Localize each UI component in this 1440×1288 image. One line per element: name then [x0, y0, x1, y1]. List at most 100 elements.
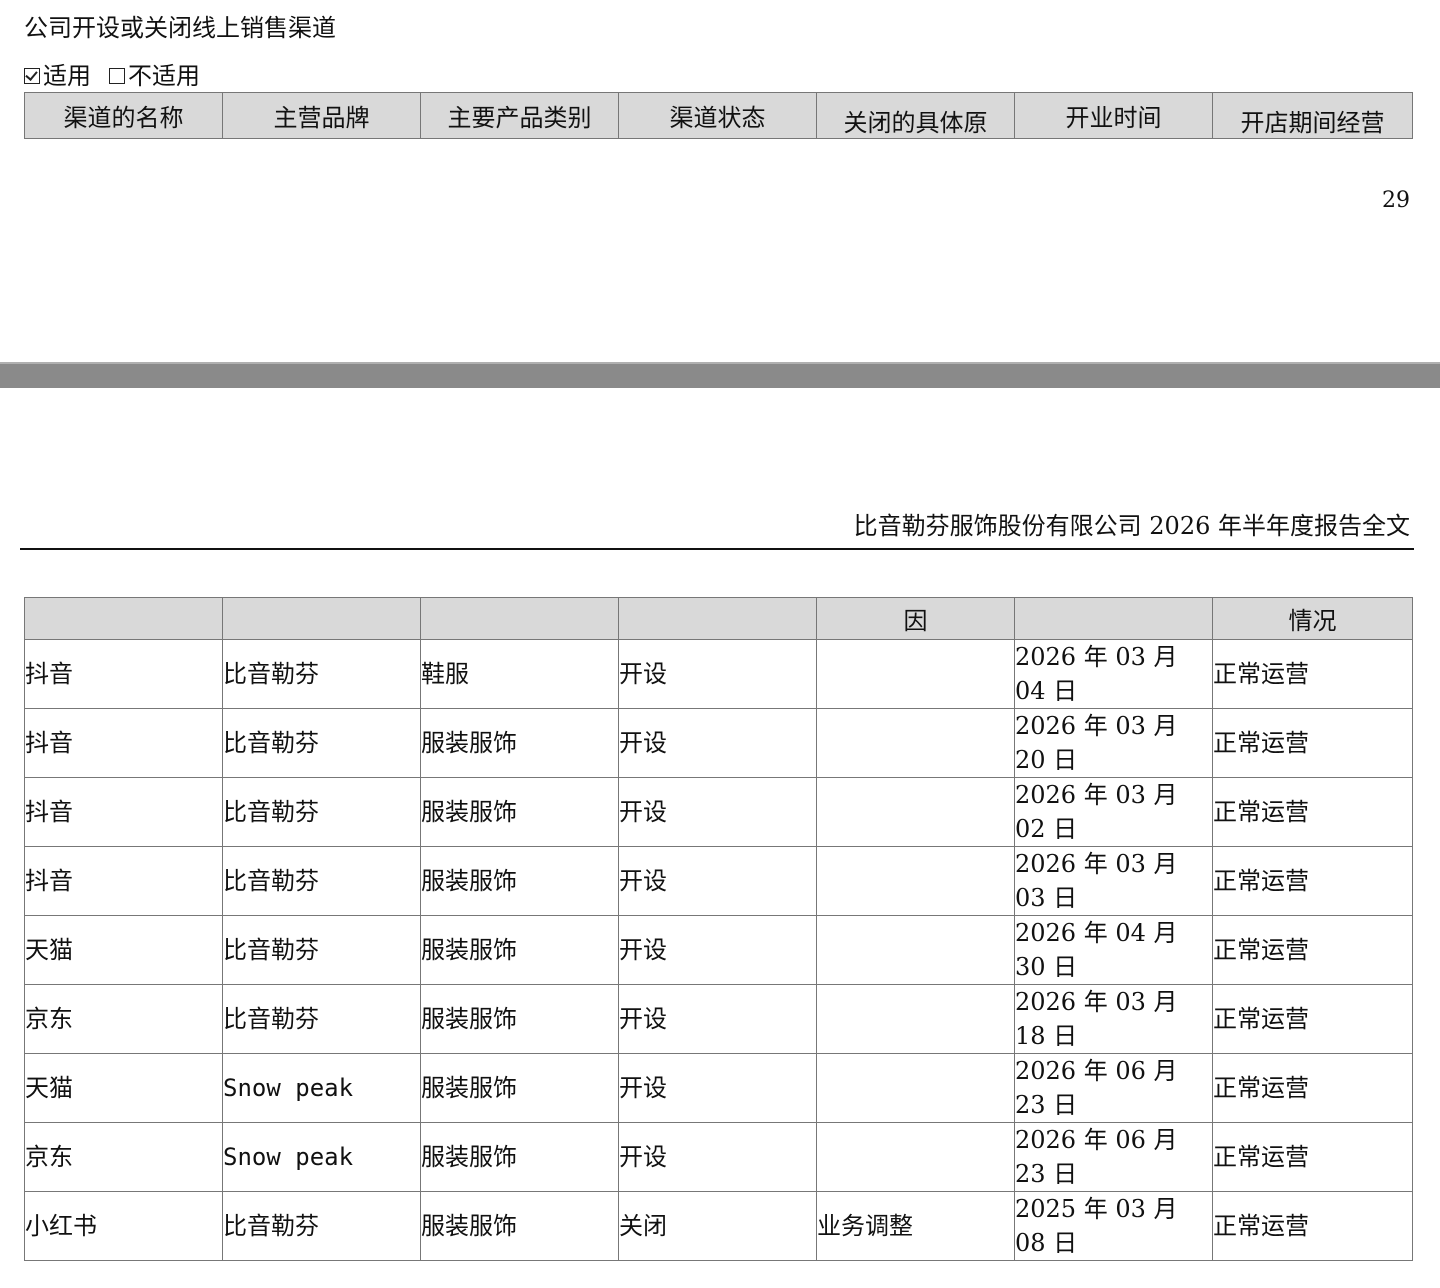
cell-channel-status: 开设 [618, 1053, 817, 1123]
cell-closure-reason [816, 846, 1015, 916]
cell-channel-name: 京东 [24, 1122, 223, 1192]
cell-channel-status: 开设 [618, 915, 817, 985]
cell-main-brand: 比音勒芬 [222, 708, 421, 778]
cell-channel-name: 抖音 [24, 846, 223, 916]
cell-product-category: 服装服饰 [420, 846, 619, 916]
cell-channel-status: 开设 [618, 1122, 817, 1192]
unchecked-box-icon [109, 68, 125, 84]
opening-time-line-2: 18 日 [1015, 1022, 1078, 1050]
cell-operation-status: 正常运营 [1212, 846, 1413, 916]
cell-opening-time: 2026 年 06 月 23 日 [1014, 1053, 1213, 1123]
page-30: 比音勒芬服饰股份有限公司 2026 年半年度报告全文 因 情况 抖音 比音勒芬 鞋服… [0, 390, 1440, 1288]
opening-time-line-1: 2026 年 03 月 [1015, 850, 1178, 878]
header-cont-cell [420, 597, 619, 640]
table-row: 抖音 比音勒芬 服装服饰 开设 2026 年 03 月 02 日 正常运营 [24, 777, 1413, 847]
opening-time-line-2: 03 日 [1015, 884, 1078, 912]
cell-operation-status: 正常运营 [1212, 1122, 1413, 1192]
table-row: 天猫 Snow peak 服装服饰 开设 2026 年 06 月 23 日 正常运营 [24, 1053, 1413, 1123]
opening-time-line-2: 23 日 [1015, 1160, 1078, 1188]
page-separator [0, 362, 1440, 388]
cell-channel-status: 关闭 [618, 1191, 817, 1261]
cell-product-category: 服装服饰 [420, 1191, 619, 1261]
cell-channel-name: 抖音 [24, 639, 223, 709]
opening-time-line-2: 02 日 [1015, 815, 1078, 843]
cell-closure-reason [816, 777, 1015, 847]
cell-operation-status: 正常运营 [1212, 915, 1413, 985]
opening-time-line-1: 2025 年 03 月 [1015, 1195, 1178, 1223]
cell-opening-time: 2026 年 04 月 30 日 [1014, 915, 1213, 985]
cell-closure-reason [816, 1053, 1015, 1123]
cell-channel-status: 开设 [618, 708, 817, 778]
header-operation-status: 开店期间经营 [1212, 92, 1413, 139]
header-rule [20, 548, 1414, 550]
cell-product-category: 服装服饰 [420, 915, 619, 985]
cell-operation-status: 正常运营 [1212, 1053, 1413, 1123]
running-header: 比音勒芬服饰股份有限公司 2026 年半年度报告全文 [853, 512, 1410, 540]
cell-product-category: 服装服饰 [420, 777, 619, 847]
cell-channel-status: 开设 [618, 777, 817, 847]
cell-opening-time: 2026 年 03 月 02 日 [1014, 777, 1213, 847]
header-opening-time: 开业时间 [1014, 92, 1213, 139]
cell-closure-reason [816, 915, 1015, 985]
applicability-options: 适用 不适用 [24, 60, 200, 92]
cell-channel-status: 开设 [618, 639, 817, 709]
cell-product-category: 服装服饰 [420, 1122, 619, 1192]
cell-opening-time: 2025 年 03 月 08 日 [1014, 1191, 1213, 1261]
cell-opening-time: 2026 年 03 月 20 日 [1014, 708, 1213, 778]
cell-closure-reason: 业务调整 [816, 1191, 1015, 1261]
table-row: 天猫 比音勒芬 服装服饰 开设 2026 年 04 月 30 日 正常运营 [24, 915, 1413, 985]
cell-channel-name: 抖音 [24, 777, 223, 847]
cell-closure-reason [816, 708, 1015, 778]
checked-box-icon [24, 68, 40, 84]
table-row: 京东 Snow peak 服装服饰 开设 2026 年 06 月 23 日 正常运营 [24, 1122, 1413, 1192]
cell-product-category: 服装服饰 [420, 708, 619, 778]
cell-product-category: 服装服饰 [420, 1053, 619, 1123]
cell-opening-time: 2026 年 06 月 23 日 [1014, 1122, 1213, 1192]
header-cont-cell [24, 597, 223, 640]
table-row: 京东 比音勒芬 服装服饰 开设 2026 年 03 月 18 日 正常运营 [24, 984, 1413, 1054]
cell-channel-name: 天猫 [24, 915, 223, 985]
cell-main-brand: 比音勒芬 [222, 984, 421, 1054]
cell-operation-status: 正常运营 [1212, 708, 1413, 778]
not-applicable-label: 不适用 [128, 62, 200, 90]
opening-time-line-2: 30 日 [1015, 953, 1078, 981]
cell-closure-reason [816, 639, 1015, 709]
opening-time-line-2: 08 日 [1015, 1229, 1078, 1257]
table-row: 抖音 比音勒芬 服装服饰 开设 2026 年 03 月 20 日 正常运营 [24, 708, 1413, 778]
cell-main-brand: 比音勒芬 [222, 915, 421, 985]
cell-channel-name: 抖音 [24, 708, 223, 778]
header-closure-reason: 关闭的具体原 [816, 92, 1015, 139]
channel-table: 因 情况 抖音 比音勒芬 鞋服 开设 2026 年 03 月 04 日正常运营 抖音 比音勒芬… [24, 597, 1413, 1261]
opening-time-line-2: 04 日 [1015, 677, 1078, 705]
header-cont-cell [1014, 597, 1213, 640]
opening-time-line-2: 23 日 [1015, 1091, 1078, 1119]
opening-time-line-1: 2026 年 03 月 [1015, 988, 1178, 1016]
header-cont-cell [222, 597, 421, 640]
cell-opening-time: 2026 年 03 月 18 日 [1014, 984, 1213, 1054]
cell-channel-status: 开设 [618, 984, 817, 1054]
opening-time-line-1: 2026 年 06 月 [1015, 1126, 1178, 1154]
cell-channel-name: 天猫 [24, 1053, 223, 1123]
cell-product-category: 服装服饰 [420, 984, 619, 1054]
header-main-brand: 主营品牌 [222, 92, 421, 139]
header-cont-cell [618, 597, 817, 640]
cell-main-brand: 比音勒芬 [222, 846, 421, 916]
header-cont-closure-reason: 因 [816, 597, 1015, 640]
table-row: 小红书 比音勒芬 服装服饰 关闭 业务调整 2025 年 03 月 08 日 正常运营 [24, 1191, 1413, 1261]
opening-time-line-1: 2026 年 06 月 [1015, 1057, 1178, 1085]
cell-main-brand: Snow peak [222, 1122, 421, 1192]
cell-operation-status: 正常运营 [1212, 777, 1413, 847]
header-channel-status: 渠道状态 [618, 92, 817, 139]
cell-closure-reason [816, 1122, 1015, 1192]
cell-channel-name: 京东 [24, 984, 223, 1054]
header-continuation-row: 因 情况 [24, 597, 1413, 640]
cell-main-brand: Snow peak [222, 1053, 421, 1123]
header-product-category: 主要产品类别 [420, 92, 619, 139]
cell-opening-time: 2026 年 03 月 04 日 [1014, 639, 1213, 709]
cell-product-category: 鞋服 [420, 639, 619, 709]
cell-operation-status: 正常运营 [1212, 984, 1413, 1054]
applicable-label: 适用 [43, 62, 91, 90]
cell-operation-status: 正常运营 [1212, 1191, 1413, 1261]
opening-time-line-1: 2026 年 03 月 [1015, 643, 1178, 671]
header-cont-operation-status: 情况 [1212, 597, 1413, 640]
